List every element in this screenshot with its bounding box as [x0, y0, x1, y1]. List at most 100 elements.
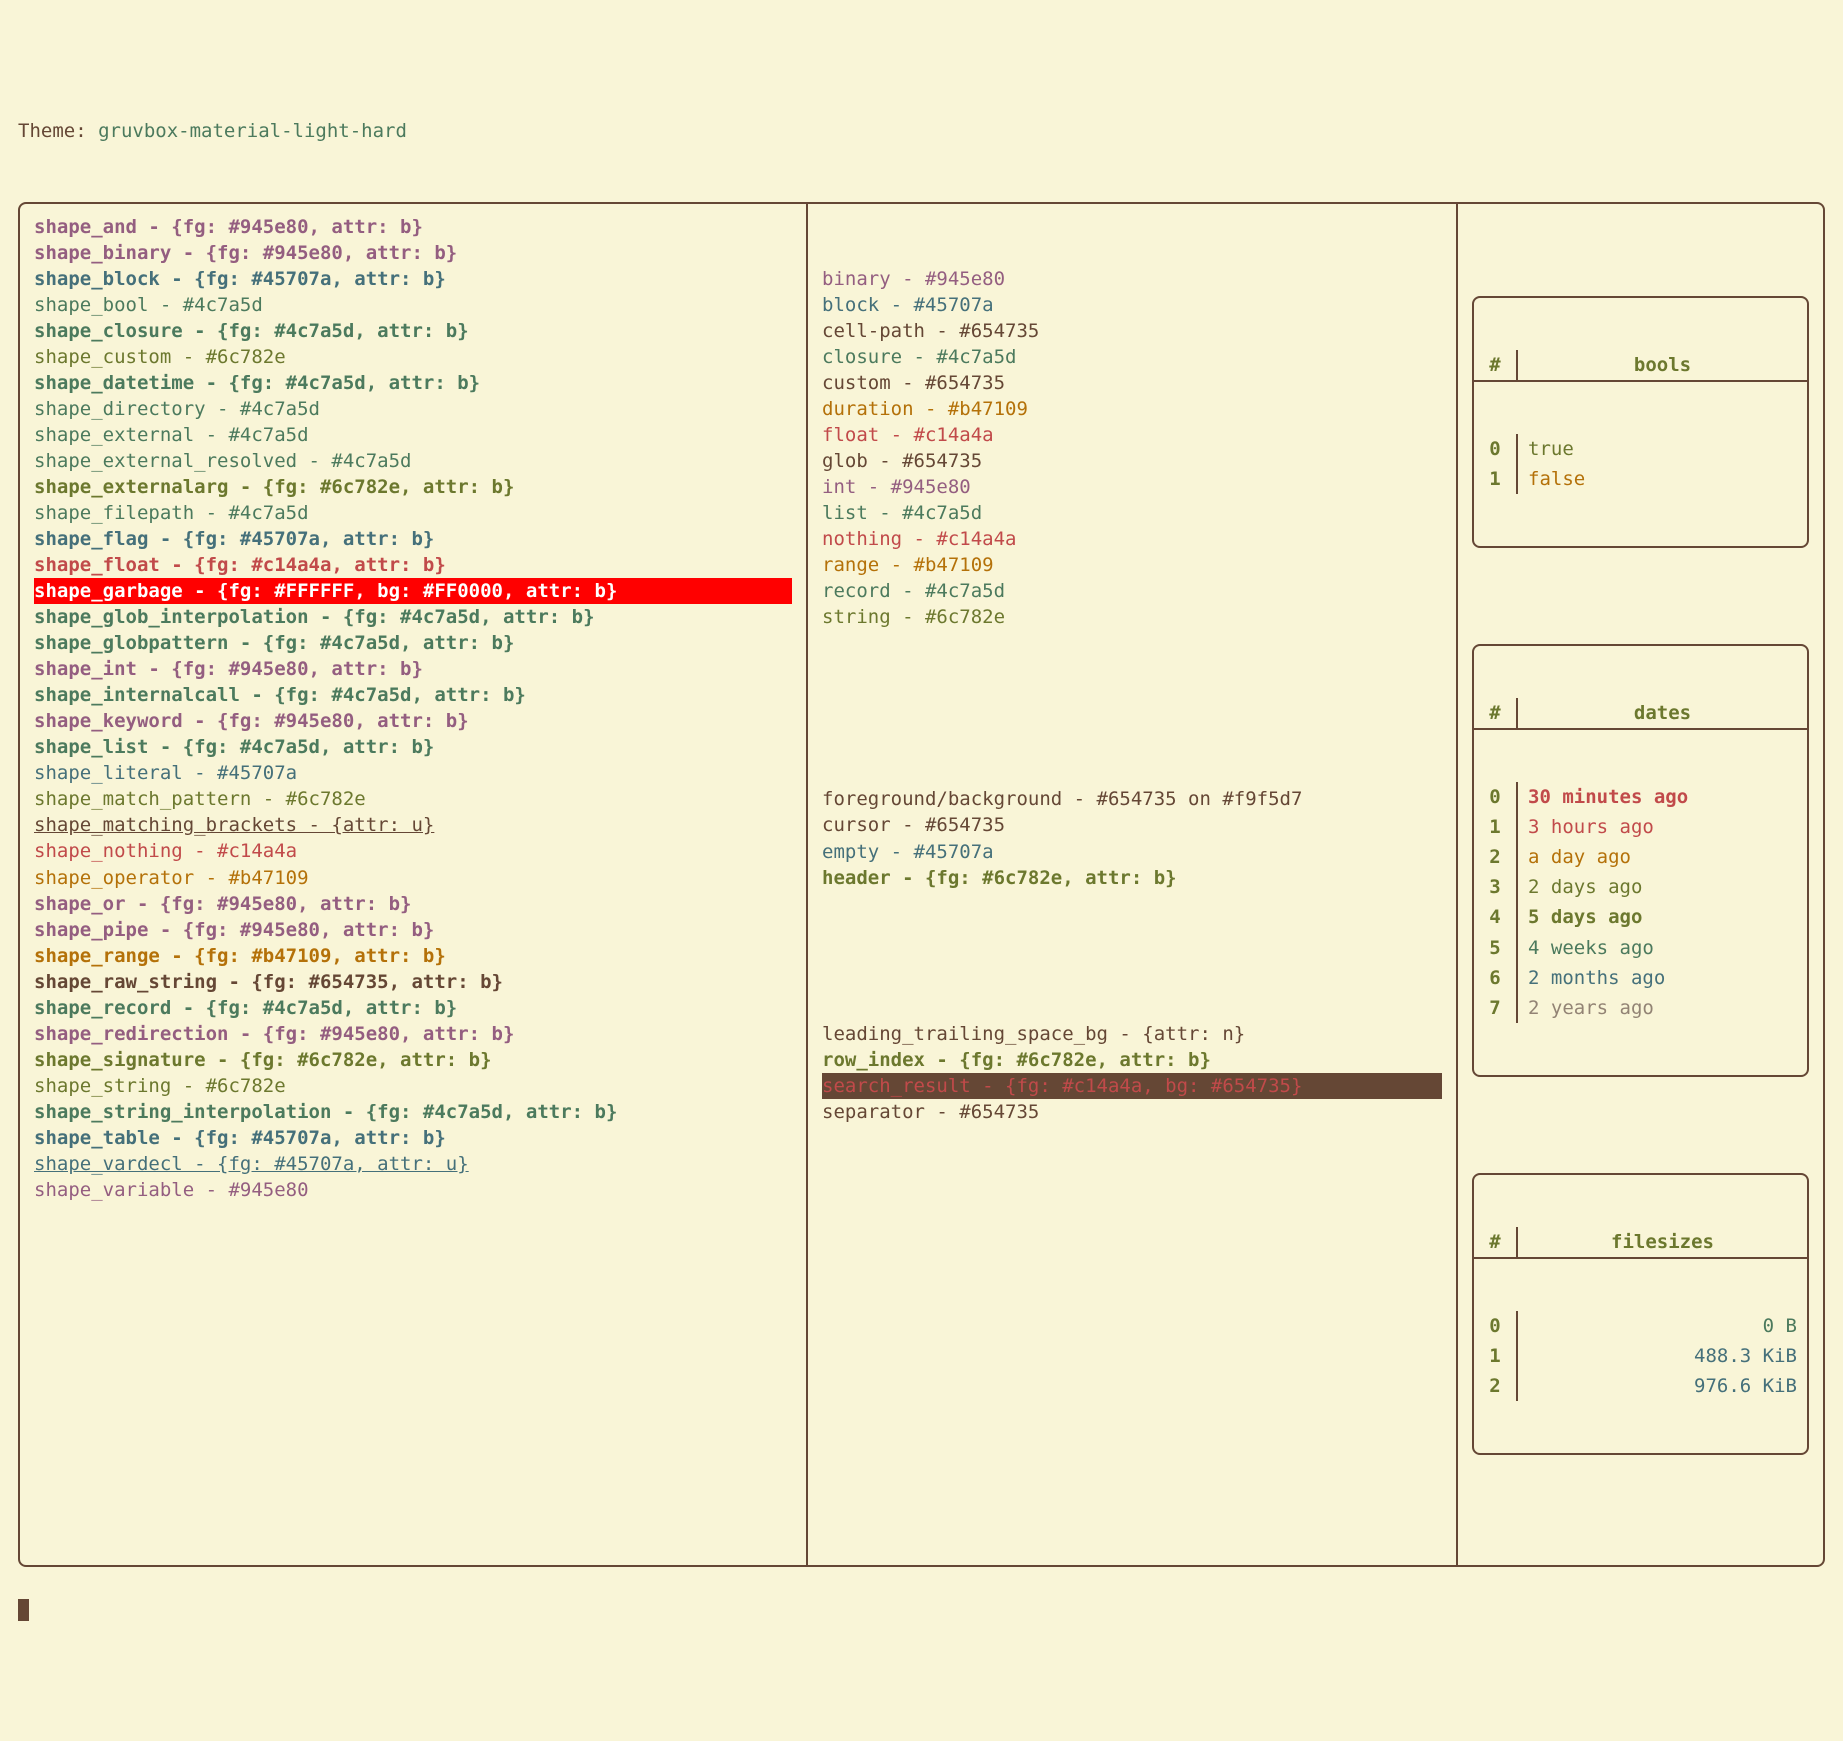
table-row: 1488.3 KiB	[1474, 1341, 1807, 1371]
theme-entry: shape_pipe - {fg: #945e80, attr: b}	[34, 917, 792, 943]
row-value: 0 B	[1518, 1311, 1807, 1341]
theme-entry: shape_raw_string - {fg: #654735, attr: b…	[34, 969, 792, 995]
theme-entry: string - #6c782e	[822, 604, 1442, 630]
theme-entry: glob - #654735	[822, 448, 1442, 474]
row-index: 1	[1474, 812, 1518, 842]
bools-table: # bools 0true1false	[1472, 296, 1809, 548]
theme-entry: shape_or - {fg: #945e80, attr: b}	[34, 891, 792, 917]
theme-entry: shape_signature - {fg: #6c782e, attr: b}	[34, 1047, 792, 1073]
row-value: a day ago	[1518, 842, 1807, 872]
row-value: 2 days ago	[1518, 872, 1807, 902]
theme-entry: shape_binary - {fg: #945e80, attr: b}	[34, 240, 792, 266]
theme-entry: int - #945e80	[822, 474, 1442, 500]
theme-entry: shape_operator - #b47109	[34, 865, 792, 891]
table-row: 13 hours ago	[1474, 812, 1807, 842]
theme-entry: shape_datetime - {fg: #4c7a5d, attr: b}	[34, 370, 792, 396]
table-row: 0true	[1474, 434, 1807, 464]
row-value: false	[1518, 464, 1807, 494]
table-row: 2a day ago	[1474, 842, 1807, 872]
theme-entry: empty - #45707a	[822, 839, 1442, 865]
theme-title: Theme: gruvbox-material-light-hard	[18, 118, 1825, 144]
row-index: 3	[1474, 872, 1518, 902]
theme-entry: shape_externalarg - {fg: #6c782e, attr: …	[34, 474, 792, 500]
theme-entry: foreground/background - #654735 on #f9f5…	[822, 786, 1442, 812]
theme-entry: shape_keyword - {fg: #945e80, attr: b}	[34, 708, 792, 734]
theme-entry: shape_range - {fg: #b47109, attr: b}	[34, 943, 792, 969]
theme-entry: shape_variable - #945e80	[34, 1177, 792, 1203]
theme-entry: shape_vardecl - {fg: #45707a, attr: u}	[34, 1151, 792, 1177]
row-value: 5 days ago	[1518, 902, 1807, 932]
theme-entry: list - #4c7a5d	[822, 500, 1442, 526]
theme-entry: binary - #945e80	[822, 266, 1442, 292]
theme-entry: shape_match_pattern - #6c782e	[34, 786, 792, 812]
col-value-header: dates	[1518, 698, 1807, 728]
row-value: 976.6 KiB	[1518, 1371, 1807, 1401]
filesizes-table: # filesizes 0 0 B1488.3 KiB2976.6 KiB	[1472, 1173, 1809, 1455]
theme-entry: shape_and - {fg: #945e80, attr: b}	[34, 214, 792, 240]
row-index: 6	[1474, 963, 1518, 993]
row-value: 30 minutes ago	[1518, 782, 1807, 812]
col-index-header: #	[1474, 350, 1518, 380]
theme-entry: shape_list - {fg: #4c7a5d, attr: b}	[34, 734, 792, 760]
table-row: 54 weeks ago	[1474, 933, 1807, 963]
theme-entry: shape_internalcall - {fg: #4c7a5d, attr:…	[34, 682, 792, 708]
theme-entry: leading_trailing_space_bg - {attr: n}	[822, 1021, 1442, 1047]
table-row: 62 months ago	[1474, 963, 1807, 993]
theme-entry: range - #b47109	[822, 552, 1442, 578]
theme-entry: shape_directory - #4c7a5d	[34, 396, 792, 422]
theme-entry: header - {fg: #6c782e, attr: b}	[822, 865, 1442, 891]
theme-entry: shape_external - #4c7a5d	[34, 422, 792, 448]
theme-entry: row_index - {fg: #6c782e, attr: b}	[822, 1047, 1442, 1073]
theme-entry: duration - #b47109	[822, 396, 1442, 422]
theme-entry: shape_float - {fg: #c14a4a, attr: b}	[34, 552, 792, 578]
row-index: 2	[1474, 1371, 1518, 1401]
row-value: 4 weeks ago	[1518, 933, 1807, 963]
theme-entry: shape_closure - {fg: #4c7a5d, attr: b}	[34, 318, 792, 344]
row-value: 3 hours ago	[1518, 812, 1807, 842]
theme-entry: shape_table - {fg: #45707a, attr: b}	[34, 1125, 792, 1151]
row-index: 1	[1474, 1341, 1518, 1371]
row-index: 5	[1474, 933, 1518, 963]
dates-table: # dates 030 minutes ago13 hours ago2a da…	[1472, 644, 1809, 1076]
theme-entry: shape_filepath - #4c7a5d	[34, 500, 792, 526]
row-index: 0	[1474, 782, 1518, 812]
row-index: 4	[1474, 902, 1518, 932]
theme-entry: separator - #654735	[822, 1099, 1442, 1125]
theme-entry: nothing - #c14a4a	[822, 526, 1442, 552]
cursor	[18, 1599, 29, 1621]
theme-entry: block - #45707a	[822, 292, 1442, 318]
theme-entry: closure - #4c7a5d	[822, 344, 1442, 370]
theme-entry: shape_record - {fg: #4c7a5d, attr: b}	[34, 995, 792, 1021]
theme-entry: shape_external_resolved - #4c7a5d	[34, 448, 792, 474]
theme-entry: record - #4c7a5d	[822, 578, 1442, 604]
table-row: 32 days ago	[1474, 872, 1807, 902]
types-column: binary - #945e80block - #45707acell-path…	[808, 204, 1458, 1565]
row-index: 0	[1474, 434, 1518, 464]
table-row: 1false	[1474, 464, 1807, 494]
theme-entry: shape_literal - #45707a	[34, 760, 792, 786]
row-value: 488.3 KiB	[1518, 1341, 1807, 1371]
table-row: 030 minutes ago	[1474, 782, 1807, 812]
row-value: 2 years ago	[1518, 993, 1807, 1023]
table-row: 2976.6 KiB	[1474, 1371, 1807, 1401]
theme-entry: shape_globpattern - {fg: #4c7a5d, attr: …	[34, 630, 792, 656]
col-index-header: #	[1474, 698, 1518, 728]
col-value-header: filesizes	[1518, 1227, 1807, 1257]
col-value-header: bools	[1518, 350, 1807, 380]
theme-entry: shape_int - {fg: #945e80, attr: b}	[34, 656, 792, 682]
theme-entry: float - #c14a4a	[822, 422, 1442, 448]
row-index: 1	[1474, 464, 1518, 494]
theme-entry: cell-path - #654735	[822, 318, 1442, 344]
row-value: true	[1518, 434, 1807, 464]
theme-entry: shape_glob_interpolation - {fg: #4c7a5d,…	[34, 604, 792, 630]
theme-entry: shape_custom - #6c782e	[34, 344, 792, 370]
tables-column: # bools 0true1false # dates 030 minutes …	[1458, 204, 1823, 1565]
row-value: 2 months ago	[1518, 963, 1807, 993]
theme-entry: shape_matching_brackets - {attr: u}	[34, 812, 792, 838]
theme-entry: shape_bool - #4c7a5d	[34, 292, 792, 318]
col-index-header: #	[1474, 1227, 1518, 1257]
theme-entry: shape_redirection - {fg: #945e80, attr: …	[34, 1021, 792, 1047]
theme-entry: custom - #654735	[822, 370, 1442, 396]
main-frame: shape_and - {fg: #945e80, attr: b}shape_…	[18, 202, 1825, 1567]
theme-entry: shape_string - #6c782e	[34, 1073, 792, 1099]
